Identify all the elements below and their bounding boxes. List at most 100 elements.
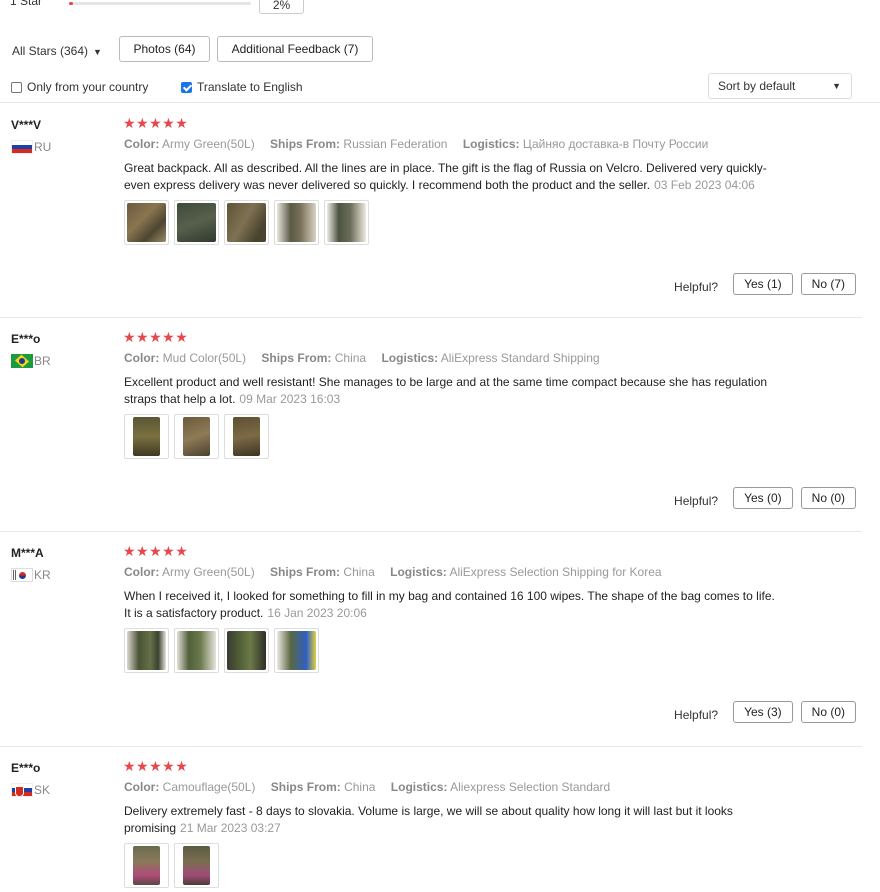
logistics-key: Logistics: bbox=[390, 780, 448, 794]
star-rating: ★★★★★ bbox=[123, 115, 189, 131]
translate-checkbox[interactable]: Translate to English bbox=[181, 80, 303, 94]
checkbox-box[interactable] bbox=[11, 81, 22, 93]
country-code: KR bbox=[34, 568, 51, 582]
rating-label: 1 Star bbox=[10, 0, 43, 8]
star-rating: ★★★★★ bbox=[123, 758, 189, 774]
ships-from-value: China bbox=[344, 780, 376, 794]
divider bbox=[0, 531, 862, 532]
translate-label: Translate to English bbox=[197, 80, 303, 94]
reviewer-name: M***A bbox=[11, 546, 44, 560]
review-body: Excellent product and well resistant! Sh… bbox=[124, 375, 768, 406]
review-photo[interactable] bbox=[224, 200, 269, 245]
additional-feedback-button[interactable]: Additional Feedback (7) bbox=[217, 36, 373, 62]
review-photo[interactable] bbox=[224, 414, 269, 459]
filter-bar: All Stars (364) ▼ Photos (64) Additional … bbox=[0, 36, 880, 64]
color-value: Army Green(50L) bbox=[162, 137, 255, 151]
only-country-checkbox[interactable]: Only from your country bbox=[11, 80, 148, 94]
logistics-value: AliExpress Standard Shipping bbox=[440, 351, 600, 365]
review-meta: Color: Camouflage(50L) Ships From: China… bbox=[124, 780, 610, 794]
review-photo[interactable] bbox=[174, 200, 219, 245]
review-text: Excellent product and well resistant! Sh… bbox=[124, 374, 784, 408]
helpful-controls: Helpful? Yes (3) No (0) bbox=[674, 701, 856, 723]
sort-value: Sort by default bbox=[718, 79, 796, 93]
helpful-label: Helpful? bbox=[674, 280, 719, 294]
all-stars-label: All Stars (364) bbox=[12, 44, 89, 58]
review-meta: Color: Mud Color(50L) Ships From: China … bbox=[124, 351, 600, 365]
helpful-no-button[interactable]: No (0) bbox=[800, 701, 856, 723]
color-value: Army Green(50L) bbox=[162, 565, 255, 579]
only-country-label: Only from your country bbox=[27, 80, 149, 94]
review-photo[interactable] bbox=[324, 200, 369, 245]
helpful-yes-button[interactable]: Yes (3) bbox=[733, 701, 793, 723]
review-photo[interactable] bbox=[124, 843, 169, 888]
all-stars-dropdown[interactable]: All Stars (364) ▼ bbox=[12, 44, 102, 58]
helpful-label: Helpful? bbox=[674, 708, 719, 722]
review-date: 03 Feb 2023 04:06 bbox=[654, 178, 755, 192]
helpful-no-button[interactable]: No (7) bbox=[800, 273, 856, 295]
review-photo[interactable] bbox=[174, 414, 219, 459]
review-photo[interactable] bbox=[124, 200, 169, 245]
chevron-down-icon: ▼ bbox=[93, 47, 102, 57]
ships-from-value: China bbox=[343, 565, 375, 579]
logistics-value: Aliexpress Selection Standard bbox=[450, 780, 611, 794]
review-photos bbox=[124, 414, 269, 459]
review-photo[interactable] bbox=[124, 628, 169, 673]
ships-from-value: Russian Federation bbox=[343, 137, 448, 151]
logistics-key: Logistics: bbox=[381, 351, 439, 365]
review-text: Delivery extremely fast - 8 days to slov… bbox=[124, 803, 784, 837]
logistics-key: Logistics: bbox=[462, 137, 520, 151]
helpful-yes-button[interactable]: Yes (1) bbox=[733, 273, 793, 295]
ships-from-key: Ships From: bbox=[270, 565, 341, 579]
sort-select[interactable]: Sort by default ▼ bbox=[708, 73, 852, 99]
review-photo[interactable] bbox=[174, 628, 219, 673]
review-photo[interactable] bbox=[274, 200, 319, 245]
helpful-controls: Helpful? Yes (0) No (0) bbox=[674, 487, 856, 509]
color-value: Mud Color(50L) bbox=[162, 351, 247, 365]
review-photo[interactable] bbox=[124, 414, 169, 459]
ships-from-key: Ships From: bbox=[270, 780, 341, 794]
helpful-controls: Helpful? Yes (1) No (7) bbox=[674, 273, 856, 295]
country-code: SK bbox=[34, 783, 51, 797]
review-meta: Color: Army Green(50L) Ships From: China… bbox=[124, 565, 662, 579]
review-photo[interactable] bbox=[174, 843, 219, 888]
logistics-value: Цайняо доставка-в Почту России bbox=[522, 137, 709, 151]
color-key: Color: bbox=[124, 565, 160, 579]
review-photos bbox=[124, 200, 369, 245]
divider bbox=[0, 102, 880, 103]
photos-filter-button[interactable]: Photos (64) bbox=[119, 36, 210, 62]
options-bar: Only from your country Translate to Engl… bbox=[0, 73, 880, 99]
ships-from-key: Ships From: bbox=[261, 351, 332, 365]
color-key: Color: bbox=[124, 780, 160, 794]
rating-bar-track bbox=[69, 2, 251, 5]
reviewer-name: E***o bbox=[11, 332, 41, 346]
review-photo[interactable] bbox=[224, 628, 269, 673]
reviewer-name: V***V bbox=[11, 118, 42, 132]
review-body: When I received it, I looked for somethi… bbox=[124, 589, 775, 620]
rating-row-1-star[interactable]: 1 Star 2% bbox=[0, 0, 880, 16]
review-date: 21 Mar 2023 03:27 bbox=[180, 821, 281, 835]
review-text: When I received it, I looked for somethi… bbox=[124, 588, 784, 622]
review-photos bbox=[124, 628, 319, 673]
reviewer-name: E***o bbox=[11, 761, 41, 775]
star-rating: ★★★★★ bbox=[123, 543, 189, 559]
rating-bar-fill bbox=[69, 2, 73, 5]
review-photo[interactable] bbox=[274, 628, 319, 673]
flag-ru-icon bbox=[11, 140, 33, 154]
ships-from-value: China bbox=[334, 351, 367, 365]
review-text: Great backpack. All as described. All th… bbox=[124, 160, 784, 194]
country-code: RU bbox=[34, 140, 52, 154]
review-meta: Color: Army Green(50L) Ships From: Russi… bbox=[124, 137, 708, 151]
divider bbox=[0, 746, 862, 747]
helpful-no-button[interactable]: No (0) bbox=[800, 487, 856, 509]
flag-kr-icon bbox=[11, 568, 33, 582]
checkbox-box-checked[interactable] bbox=[181, 81, 192, 93]
reviewer-country: KR bbox=[11, 568, 51, 582]
chevron-down-icon: ▼ bbox=[832, 81, 841, 91]
logistics-key: Logistics: bbox=[390, 565, 447, 579]
color-key: Color: bbox=[124, 137, 160, 151]
color-key: Color: bbox=[124, 351, 160, 365]
review-photos bbox=[124, 843, 219, 888]
helpful-yes-button[interactable]: Yes (0) bbox=[733, 487, 793, 509]
helpful-label: Helpful? bbox=[674, 494, 719, 508]
star-rating: ★★★★★ bbox=[123, 329, 189, 345]
